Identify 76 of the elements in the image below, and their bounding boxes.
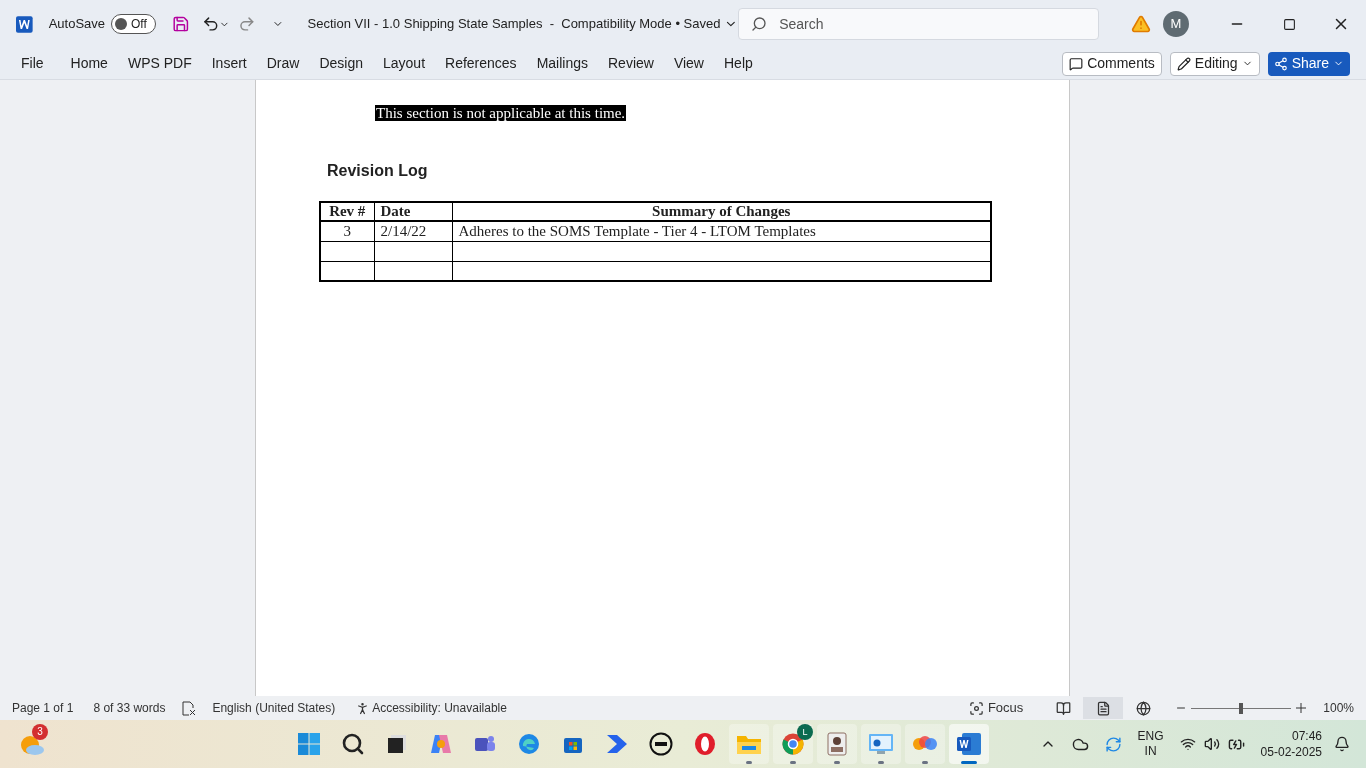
dell-logo-icon (649, 732, 673, 756)
pencil-icon (1176, 56, 1191, 71)
zoom-thumb[interactable] (1239, 702, 1244, 714)
editing-button[interactable]: Editing (1169, 51, 1260, 76)
ribbon-tab[interactable]: Insert (202, 53, 256, 74)
zoom-slider[interactable] (1191, 702, 1292, 714)
windows-icon (297, 732, 321, 756)
save-icon[interactable] (172, 15, 190, 33)
maximize-icon[interactable] (1283, 17, 1296, 31)
read-mode-icon (1055, 700, 1071, 716)
id-card-icon (826, 732, 848, 756)
table-cell: 2/14/22 (374, 221, 452, 241)
share-icon (1273, 56, 1288, 71)
copilot-icon (429, 732, 453, 756)
ribbon-tab[interactable]: WPS PDF (118, 53, 201, 74)
ribbon-tab[interactable]: File (12, 53, 53, 74)
document-title[interactable]: Section VII - 1.0 Shipping State Samples - Compatibility Mode • Saved (307, 14, 721, 34)
taskbar-app-button[interactable] (817, 724, 857, 764)
word-count[interactable]: 8 of 33 words (93, 699, 166, 717)
arrow-icon (605, 733, 629, 755)
selected-text: This section is not applicable at this time. (375, 105, 627, 121)
clock-time[interactable]: 07:46 (1291, 728, 1322, 744)
ribbon-tab[interactable]: Mailings (527, 53, 597, 74)
zoom-level[interactable]: 100% (1323, 699, 1354, 717)
ribbon-tab[interactable]: Help (715, 53, 762, 74)
task-view-icon (386, 733, 408, 755)
accessibility-status[interactable]: Accessibility: Unavailable (372, 699, 507, 717)
warning-icon[interactable] (1131, 14, 1151, 34)
sync-icon[interactable] (1104, 735, 1122, 753)
word-icon (956, 732, 982, 756)
user-avatar[interactable]: M (1163, 11, 1189, 37)
focus-button[interactable]: Focus (968, 698, 1024, 718)
taskbar-app-button[interactable]: L (773, 724, 813, 764)
notification-badge: 3 (32, 724, 48, 740)
web-layout-icon (1135, 700, 1151, 716)
ribbon-tab[interactable]: Draw (257, 53, 309, 74)
chrome-icon (781, 732, 805, 756)
ribbon-tab[interactable]: Review (599, 53, 663, 74)
print-layout-icon (1095, 700, 1111, 716)
search-input[interactable]: Search (779, 13, 1086, 35)
word-logo-icon (16, 15, 33, 33)
share-button[interactable]: Share (1267, 51, 1350, 76)
input-language[interactable]: ENG (1137, 729, 1164, 744)
view-button[interactable] (1083, 697, 1124, 719)
table-cell: 3 (320, 221, 374, 241)
ribbon-tab[interactable]: Home (61, 53, 117, 74)
notification-bell-icon[interactable] (1334, 736, 1350, 752)
volume-icon[interactable] (1203, 736, 1220, 752)
search-field[interactable]: Search (738, 8, 1099, 40)
section-heading: Revision Log (327, 161, 429, 181)
proofing-icon[interactable] (181, 700, 197, 716)
comment-icon (1069, 56, 1084, 71)
focus-icon (968, 700, 984, 716)
search-icon (341, 732, 365, 756)
page-count[interactable]: Page 1 of 1 (12, 699, 74, 717)
folder-icon (736, 733, 762, 755)
language-status[interactable]: English (United States) (212, 699, 336, 717)
profile-badge: L (797, 724, 813, 740)
input-region[interactable]: IN (1144, 744, 1157, 759)
autosave-toggle[interactable]: Off (111, 14, 157, 34)
undo-icon[interactable] (201, 15, 220, 33)
ribbon-tab[interactable]: View (664, 53, 713, 74)
zoom-in-icon[interactable] (1295, 702, 1308, 714)
taskbar-app-button[interactable] (949, 724, 989, 764)
autosave-label: AutoSave (48, 15, 105, 34)
redo-icon[interactable] (238, 15, 256, 33)
ribbon-tab[interactable]: Layout (374, 53, 435, 74)
monitor-icon (868, 733, 894, 755)
search-icon (751, 16, 768, 32)
clock-date[interactable]: 05-02-2025 (1260, 744, 1322, 760)
wifi-icon[interactable] (1179, 736, 1196, 752)
ribbon-tab[interactable]: References (436, 53, 526, 74)
ribbon-tab[interactable]: Design (310, 53, 372, 74)
edge-icon (517, 732, 541, 756)
opera-icon (693, 732, 717, 756)
comments-button[interactable]: Comments (1062, 51, 1162, 76)
